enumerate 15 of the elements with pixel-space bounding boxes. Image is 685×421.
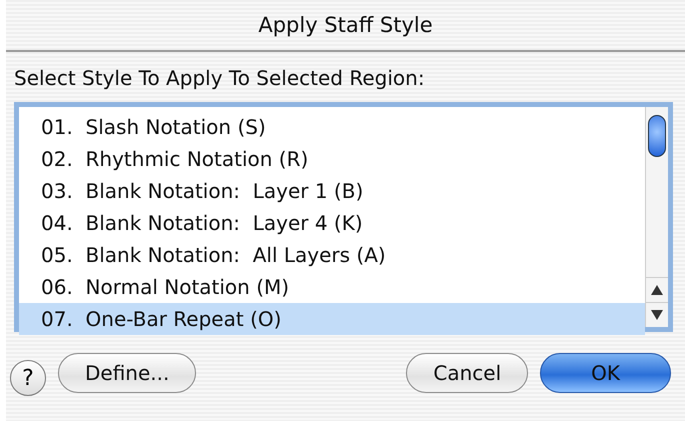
dialog-button[interactable]: OK — [540, 353, 671, 393]
window-title: Apply Staff Style — [258, 13, 433, 37]
help-button[interactable]: ? — [10, 360, 46, 396]
prompt-label: Select Style To Apply To Selected Region: — [13, 65, 426, 92]
dialog-button[interactable]: Cancel — [406, 353, 528, 393]
list-item[interactable]: 05. Blank Notation: All Layers (A) — [19, 239, 645, 271]
list-item[interactable]: 01. Slash Notation (S) — [19, 111, 645, 143]
list-item[interactable]: 06. Normal Notation (M) — [19, 271, 645, 303]
scroll-thumb[interactable] — [648, 115, 666, 157]
list-item[interactable]: 04. Blank Notation: Layer 4 (K) — [19, 207, 645, 239]
list-item[interactable]: 02. Rhythmic Notation (R) — [19, 143, 645, 175]
list-item[interactable]: 03. Blank Notation: Layer 1 (B) — [19, 175, 645, 207]
list-item[interactable]: 07. One-Bar Repeat (O) — [19, 303, 645, 335]
dialog-button[interactable]: Define... — [58, 353, 196, 393]
scrollbar[interactable] — [645, 107, 668, 327]
